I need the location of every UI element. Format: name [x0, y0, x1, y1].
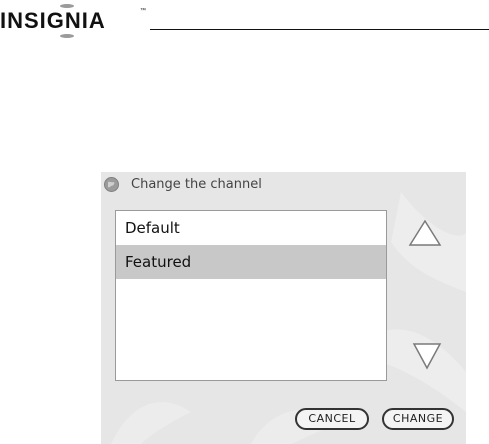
globe-icon	[104, 177, 119, 192]
brand-name: INSIGNIA	[0, 8, 106, 33]
header-rule	[150, 29, 489, 30]
cancel-button[interactable]: CANCEL	[295, 408, 369, 430]
dialog-title-bar: Change the channel	[101, 172, 466, 198]
channel-list-item-selected[interactable]: Featured	[116, 245, 386, 279]
change-button[interactable]: CHANGE	[382, 408, 454, 430]
triangle-down-icon[interactable]	[412, 342, 442, 370]
triangle-up-icon[interactable]	[408, 219, 442, 247]
trademark-symbol: ™	[140, 8, 147, 14]
channel-list-item[interactable]: Default	[116, 211, 386, 245]
logo-swoosh-bottom	[60, 34, 74, 38]
channel-list[interactable]: Default Featured	[115, 210, 387, 381]
dialog-title: Change the channel	[131, 177, 262, 192]
change-channel-dialog: Change the channel Default Featured CANC…	[101, 172, 466, 444]
